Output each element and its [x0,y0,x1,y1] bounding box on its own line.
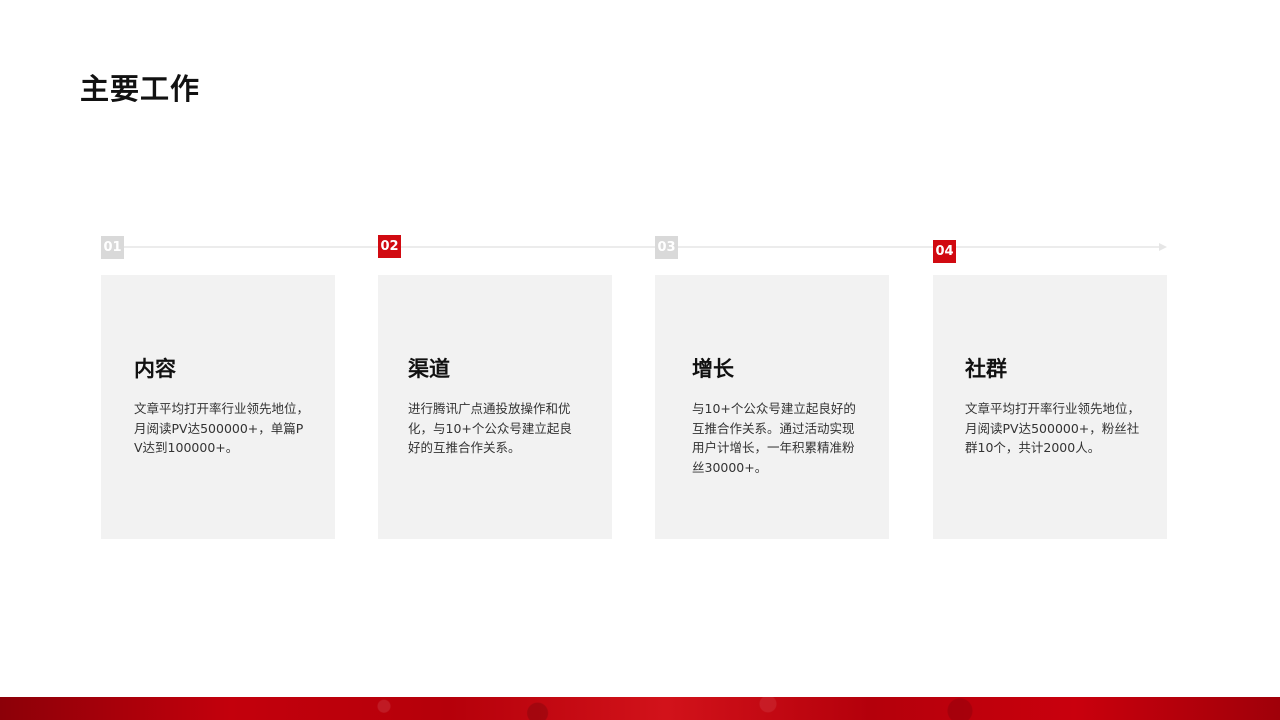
card-community: 社群 文章平均打开率行业领先地位，月阅读PV达500000+，粉丝社群10个，共… [933,275,1167,539]
card-description: 文章平均打开率行业领先地位，月阅读PV达500000+，粉丝社群10个，共计20… [965,401,1141,455]
card-channel: 渠道 进行腾讯广点通投放操作和优化，与10+个公众号建立起良好的互推合作关系。 [378,275,612,539]
timeline-arrow-icon [1159,243,1167,251]
card-title: 社群 [965,357,1007,381]
footer-texture [0,697,1280,720]
card-growth: 增长 与10+个公众号建立起良好的互推合作关系。通过活动实现用户计增长，一年积累… [655,275,889,539]
card-title: 内容 [134,357,176,381]
page-title: 主要工作 [80,72,201,106]
card-title: 渠道 [408,357,450,381]
card-description: 文章平均打开率行业领先地位，月阅读PV达500000+，单篇PV达到100000… [134,401,310,455]
footer-decoration-band [0,697,1280,720]
card-description: 与10+个公众号建立起良好的互推合作关系。通过活动实现用户计增长，一年积累精准粉… [692,401,856,475]
step-badge-04: 04 [933,240,956,263]
step-badge-02: 02 [378,235,401,258]
step-badge-01: 01 [101,236,124,259]
timeline-line [101,246,1159,248]
step-badge-03: 03 [655,236,678,259]
card-content: 内容 文章平均打开率行业领先地位，月阅读PV达500000+，单篇PV达到100… [101,275,335,539]
card-description: 进行腾讯广点通投放操作和优化，与10+个公众号建立起良好的互推合作关系。 [408,401,572,455]
card-title: 增长 [692,357,734,381]
